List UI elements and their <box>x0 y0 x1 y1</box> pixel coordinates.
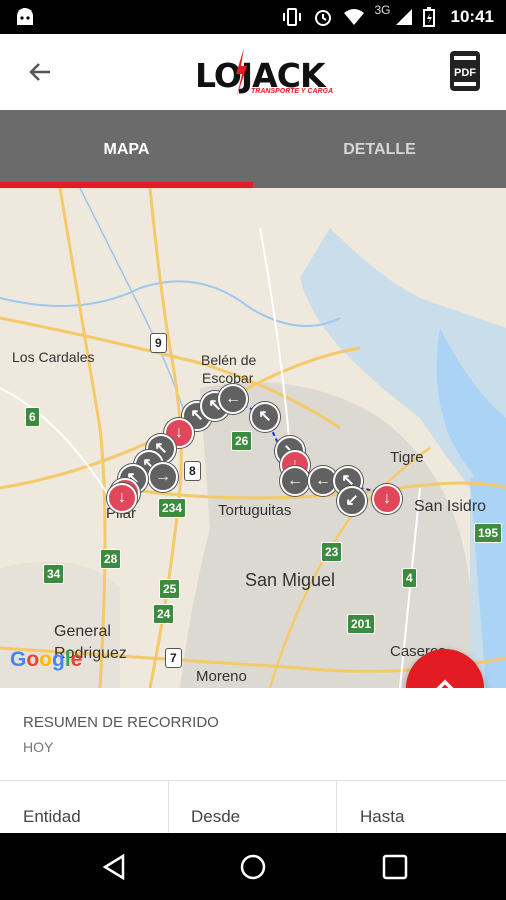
place-label: Escobar <box>202 370 254 386</box>
route-marker[interactable]: ← <box>280 466 310 496</box>
place-label: Moreno <box>196 668 247 685</box>
place-label: General <box>54 623 111 640</box>
wifi-icon <box>343 9 364 25</box>
route-shield: 23 <box>321 542 343 562</box>
alarm-icon <box>314 10 331 26</box>
column-hasta: Hasta <box>337 781 505 833</box>
place-label: Tortuguitas <box>218 502 292 519</box>
column-label: Entidad <box>23 807 81 826</box>
lojack-logo: LOJACK TRANSPORTE Y CARGA <box>195 48 335 98</box>
app-bar: LOJACK TRANSPORTE Y CARGA PDF <box>0 34 506 110</box>
route-shield: 6 <box>25 407 40 427</box>
route-shield: 34 <box>43 564 65 584</box>
system-nav-bar <box>0 833 506 900</box>
network-type: 3G <box>374 3 391 17</box>
route-shield: 201 <box>347 614 376 634</box>
pdf-label: PDF <box>454 67 476 79</box>
route-marker[interactable]: ↓ <box>372 484 402 514</box>
status-bar: 3G 10:41 <box>0 0 506 34</box>
recents-nav-icon[interactable] <box>382 854 408 880</box>
tab-bar: MAPA DETALLE <box>0 110 506 188</box>
home-nav-icon[interactable] <box>239 853 267 881</box>
place-label: Belén de <box>201 352 257 368</box>
route-shield: 9 <box>150 333 167 353</box>
column-desde: Desde <box>168 781 337 833</box>
route-shield: 24 <box>153 604 175 624</box>
pdf-icon[interactable]: PDF <box>446 50 484 92</box>
back-nav-icon[interactable] <box>101 853 127 881</box>
route-summary: RESUMEN DE RECORRIDO HOY <box>0 688 506 781</box>
route-marker[interactable]: ↙ <box>337 486 367 516</box>
route-shield: 26 <box>231 431 253 451</box>
route-shield: 7 <box>165 648 182 668</box>
clock: 10:41 <box>450 7 494 26</box>
vibrate-icon <box>282 8 301 26</box>
android-icon <box>17 8 33 25</box>
battery-icon <box>422 7 435 27</box>
column-entidad: Entidad <box>0 781 169 833</box>
map-background <box>0 188 506 688</box>
lightning-icon <box>236 48 247 96</box>
route-shield: 4 <box>402 568 417 588</box>
route-shield: 8 <box>184 461 201 481</box>
table-header: Entidad Desde Hasta <box>0 781 506 833</box>
signal-icon <box>395 9 412 25</box>
place-label: San Isidro <box>414 498 487 515</box>
place-label: Los Cardales <box>12 349 95 365</box>
tab-mapa[interactable]: MAPA <box>0 110 253 188</box>
route-marker[interactable]: ↓ <box>107 483 137 513</box>
place-label: San Miguel <box>245 570 336 590</box>
route-shield: 195 <box>474 523 503 543</box>
column-label: Hasta <box>360 807 405 826</box>
route-shield: 28 <box>100 549 122 569</box>
back-arrow-icon[interactable] <box>24 56 56 88</box>
logo-tagline: TRANSPORTE Y CARGA <box>251 88 334 95</box>
summary-period: HOY <box>23 739 54 755</box>
column-label: Desde <box>191 807 241 826</box>
route-marker[interactable]: ↖ <box>250 402 280 432</box>
google-attribution: Google <box>10 648 83 671</box>
route-shield: 234 <box>158 498 187 518</box>
route-marker[interactable]: ← <box>218 384 248 414</box>
route-map[interactable]: Los Cardales Belén de Escobar Tigre San … <box>0 188 506 688</box>
route-marker[interactable]: → <box>148 462 178 492</box>
tab-detalle[interactable]: DETALLE <box>253 110 506 188</box>
route-shield: 25 <box>159 579 181 599</box>
summary-title: RESUMEN DE RECORRIDO <box>23 714 219 731</box>
place-label: Tigre <box>390 449 424 466</box>
